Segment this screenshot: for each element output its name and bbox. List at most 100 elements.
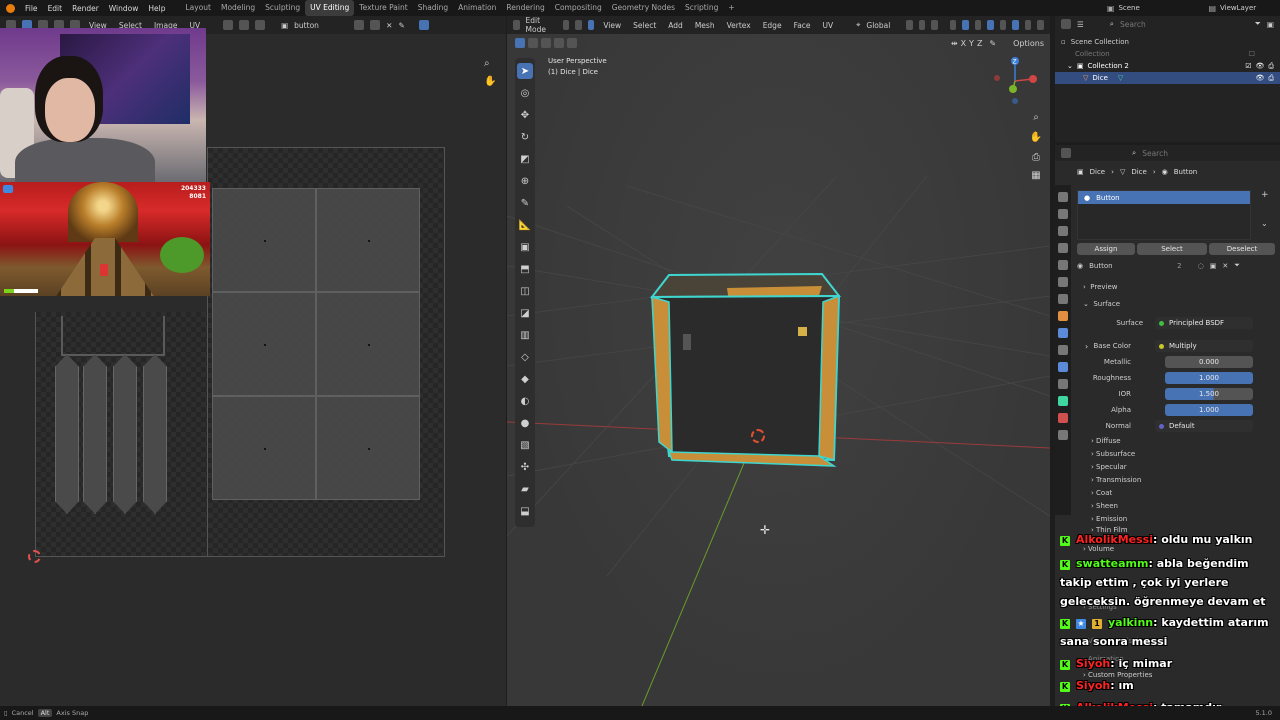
tab-sculpting[interactable]: Sculpting	[260, 0, 305, 16]
loop-cut-tool-icon[interactable]: ▥	[517, 327, 533, 343]
uv-island[interactable]	[212, 292, 316, 396]
scale-tool-icon[interactable]: ◩	[517, 151, 533, 167]
inset-tool-icon[interactable]: ◫	[517, 283, 533, 299]
zoom-icon[interactable]: ⌕	[484, 58, 490, 69]
outliner-row-collection-2[interactable]: ⌄ ▣ Collection 2 ☑ 👁 ⎙	[1055, 60, 1280, 72]
pivot-icon[interactable]	[223, 20, 234, 30]
camera-view-icon[interactable]: ⎙	[1029, 152, 1043, 166]
annotate-tool-icon[interactable]: ✎	[517, 195, 533, 211]
outliner-row-dice[interactable]: ▽ Dice ▽ 👁 ⎙	[1055, 72, 1280, 84]
tab-uv-editing[interactable]: UV Editing	[305, 0, 355, 16]
roughness-slider[interactable]: 1.000	[1165, 372, 1253, 384]
exclude-checkbox[interactable]: ☑	[1245, 62, 1251, 70]
display-mode-icon[interactable]: ☰	[1077, 20, 1084, 29]
uv-island[interactable]	[316, 188, 420, 292]
shear-tool-icon[interactable]: ▰	[517, 481, 533, 497]
base-color-field[interactable]: Multiply	[1155, 340, 1253, 352]
zoom-icon[interactable]: ⌕	[1029, 112, 1043, 126]
preview-panel-header[interactable]: › Preview	[1083, 283, 1118, 291]
uv-island[interactable]	[316, 292, 420, 396]
menu-file[interactable]: File	[20, 4, 43, 13]
output-tab-icon[interactable]	[1058, 226, 1068, 236]
menu-render[interactable]: Render	[67, 4, 104, 13]
subsection-subsurface[interactable]: › Subsurface	[1091, 450, 1135, 458]
gizmo-toggle-icon[interactable]	[418, 20, 429, 30]
ior-slider[interactable]: 1.500	[1165, 388, 1253, 400]
move-tool-icon[interactable]: ✥	[517, 107, 533, 123]
surface-panel-header[interactable]: ⌄ Surface	[1083, 300, 1120, 308]
unlink-material-icon[interactable]: ✕	[1222, 262, 1228, 270]
3d-viewport[interactable]: Edit Mode View Select Add Mesh Vertex Ed…	[507, 16, 1050, 706]
outliner-row-scene-collection[interactable]: ▫ Scene Collection	[1055, 36, 1280, 48]
add-cube-tool-icon[interactable]: ▣	[517, 239, 533, 255]
tab-layout[interactable]: Layout	[180, 0, 216, 16]
perspective-toggle-icon[interactable]: ▦	[1029, 170, 1043, 184]
uv-strip-island[interactable]	[55, 354, 79, 514]
uv-strip-island[interactable]	[143, 354, 167, 514]
uv-island[interactable]	[316, 396, 420, 500]
modifier-tab-icon[interactable]	[1058, 328, 1068, 338]
blender-logo-icon[interactable]	[6, 3, 15, 13]
snap-icon[interactable]	[239, 20, 250, 30]
visibility-eye-icon[interactable]: 👁	[1256, 74, 1265, 82]
proportional-edit-icon[interactable]	[255, 20, 266, 30]
duplicate-material-icon[interactable]: ▣	[1210, 262, 1217, 270]
tab-rendering[interactable]: Rendering	[501, 0, 549, 16]
rotate-tool-icon[interactable]: ↻	[517, 129, 533, 145]
knife-tool-icon[interactable]: ◇	[517, 349, 533, 365]
uv-strip-island[interactable]	[83, 354, 107, 514]
deselect-button[interactable]: Deselect	[1209, 243, 1275, 255]
cursor-tool-icon[interactable]: ◎	[517, 85, 533, 101]
outliner-search-input[interactable]: Search	[1120, 20, 1200, 29]
tab-texture-paint[interactable]: Texture Paint	[354, 0, 412, 16]
visibility-eye-icon[interactable]: 👁	[1256, 62, 1265, 70]
image-unlink-icon[interactable]: ✕	[386, 21, 392, 30]
assign-button[interactable]: Assign	[1077, 243, 1135, 255]
material-users-count[interactable]: 2	[1177, 262, 1181, 270]
metallic-slider[interactable]: 0.000	[1165, 356, 1253, 368]
3d-cursor[interactable]	[751, 429, 765, 443]
rip-tool-icon[interactable]: ⬓	[517, 503, 533, 519]
scene-tab-icon[interactable]	[1058, 260, 1068, 270]
pan-hand-icon[interactable]: ✋	[484, 76, 496, 87]
add-workspace-button[interactable]: +	[723, 0, 739, 16]
normal-field[interactable]: Default	[1155, 420, 1253, 432]
outliner[interactable]: ☰ ⌕ Search ⏷ ▣ ▫ Scene Collection Collec…	[1055, 16, 1280, 142]
render-camera-icon[interactable]: ⎙	[1268, 62, 1274, 71]
shrink-fatten-tool-icon[interactable]: ✣	[517, 459, 533, 475]
material-name-field[interactable]: Button	[1089, 262, 1171, 270]
bevel-tool-icon[interactable]: ◪	[517, 305, 533, 321]
outliner-row-collection[interactable]: Collection ☐	[1055, 48, 1280, 60]
expand-chevron-icon[interactable]: ⌄	[1067, 62, 1073, 70]
uv-island[interactable]	[212, 396, 316, 500]
uv-strip-island[interactable]	[113, 354, 137, 514]
material-datablock[interactable]: ◉ Button 2 ◌ ▣ ✕ ⏷	[1077, 259, 1273, 272]
slot-menu-chevron-icon[interactable]: ⌄	[1261, 219, 1268, 228]
alpha-slider[interactable]: 1.000	[1165, 404, 1253, 416]
tab-geometry-nodes[interactable]: Geometry Nodes	[607, 0, 680, 16]
properties-search-input[interactable]: Search	[1142, 149, 1212, 158]
subsection-emission[interactable]: › Emission	[1091, 515, 1127, 523]
subsection-coat[interactable]: › Coat	[1091, 489, 1112, 497]
surface-shader-field[interactable]: Principled BSDF	[1155, 317, 1253, 329]
filter-icon[interactable]: ⏷	[1255, 19, 1261, 29]
tab-shading[interactable]: Shading	[413, 0, 453, 16]
filter-icon[interactable]: ⏷	[1234, 261, 1240, 270]
select-button[interactable]: Select	[1137, 243, 1207, 255]
menu-edit[interactable]: Edit	[43, 4, 68, 13]
add-slot-button[interactable]: +	[1261, 190, 1269, 200]
transform-tool-icon[interactable]: ⊕	[517, 173, 533, 189]
pan-hand-icon[interactable]: ✋	[1029, 132, 1043, 146]
tool-tab-icon[interactable]	[1058, 192, 1068, 202]
subsection-sheen[interactable]: › Sheen	[1091, 502, 1118, 510]
spin-tool-icon[interactable]: ◐	[517, 393, 533, 409]
menu-help[interactable]: Help	[143, 4, 170, 13]
tab-compositing[interactable]: Compositing	[550, 0, 607, 16]
exclude-checkbox[interactable]: ☐	[1249, 50, 1255, 58]
measure-tool-icon[interactable]: 📐	[517, 217, 533, 233]
texture-tab-icon[interactable]	[1058, 430, 1068, 440]
subsection-diffuse[interactable]: › Diffuse	[1091, 437, 1121, 445]
image-duplicate-icon[interactable]	[354, 20, 365, 30]
poly-build-tool-icon[interactable]: ◆	[517, 371, 533, 387]
view-layer-tab-icon[interactable]	[1058, 243, 1068, 253]
